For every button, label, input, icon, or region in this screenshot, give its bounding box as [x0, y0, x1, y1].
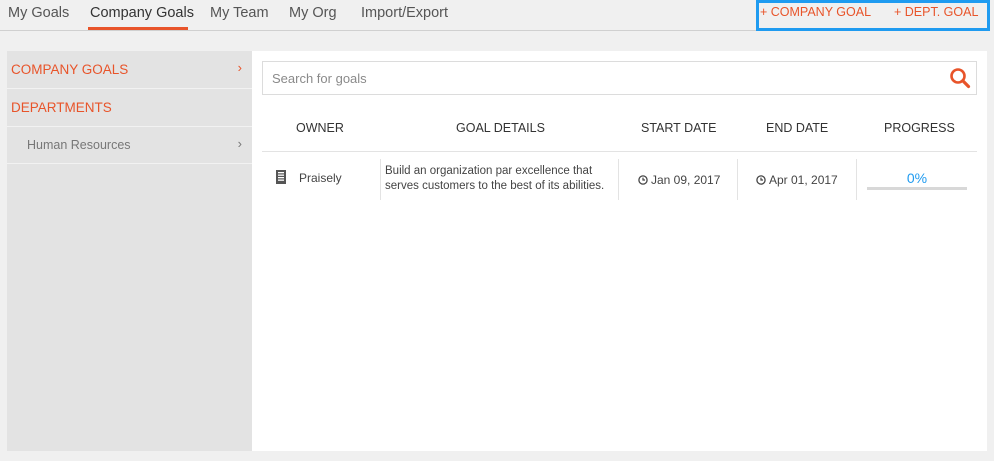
- search-input[interactable]: [263, 62, 943, 94]
- goal-actions-group: + COMPANY GOAL + DEPT. GOAL: [756, 0, 990, 31]
- sidebar-item-label: Human Resources: [27, 138, 131, 152]
- search-icon[interactable]: [949, 67, 971, 89]
- cell-divider: [737, 159, 738, 200]
- chevron-right-icon: ›: [237, 136, 242, 151]
- chevron-right-icon: ›: [237, 60, 242, 75]
- building-icon: [275, 170, 287, 184]
- nav-divider: [0, 30, 757, 31]
- column-header-progress: PROGRESS: [884, 121, 955, 135]
- end-date-value: Apr 01, 2017: [769, 173, 838, 187]
- column-header-end-date: END DATE: [766, 121, 829, 135]
- search-bar: [262, 61, 977, 95]
- add-company-goal-button[interactable]: + COMPANY GOAL: [760, 5, 871, 19]
- sidebar-item-label: DEPARTMENTS: [11, 100, 112, 115]
- clock-icon: [638, 174, 648, 185]
- sidebar-item-label: COMPANY GOALS: [11, 62, 129, 77]
- start-date: Jan 09, 2017: [638, 173, 720, 187]
- header-divider: [262, 151, 977, 152]
- sidebar-item-company-goals[interactable]: COMPANY GOALS ›: [7, 51, 252, 89]
- owner-name: Praisely: [299, 171, 342, 185]
- column-header-goal-details: GOAL DETAILS: [456, 121, 545, 135]
- goal-details: Build an organization par excellence tha…: [385, 165, 605, 192]
- end-date: Apr 01, 2017: [756, 173, 838, 187]
- add-dept-goal-button[interactable]: + DEPT. GOAL: [894, 5, 978, 19]
- progress-bar: [867, 187, 967, 190]
- column-header-owner: OWNER: [296, 121, 344, 135]
- tab-my-team[interactable]: My Team: [210, 5, 269, 21]
- start-date-value: Jan 09, 2017: [651, 173, 721, 187]
- clock-icon: [756, 174, 766, 185]
- tab-company-goals[interactable]: Company Goals: [90, 5, 194, 21]
- cell-divider: [618, 159, 619, 200]
- cell-divider: [856, 159, 857, 200]
- column-header-start-date: START DATE: [641, 121, 717, 135]
- sidebar: COMPANY GOALS › DEPARTMENTS Human Resour…: [7, 51, 252, 451]
- tab-my-goals[interactable]: My Goals: [8, 5, 69, 21]
- sidebar-item-human-resources[interactable]: Human Resources ›: [7, 127, 252, 164]
- tab-import-export[interactable]: Import/Export: [361, 5, 448, 21]
- progress-value[interactable]: 0%: [867, 170, 967, 186]
- cell-divider: [380, 159, 381, 200]
- tab-my-org[interactable]: My Org: [289, 5, 337, 21]
- goals-panel: OWNER GOAL DETAILS START DATE END DATE P…: [252, 51, 987, 451]
- sidebar-item-departments[interactable]: DEPARTMENTS: [7, 89, 252, 127]
